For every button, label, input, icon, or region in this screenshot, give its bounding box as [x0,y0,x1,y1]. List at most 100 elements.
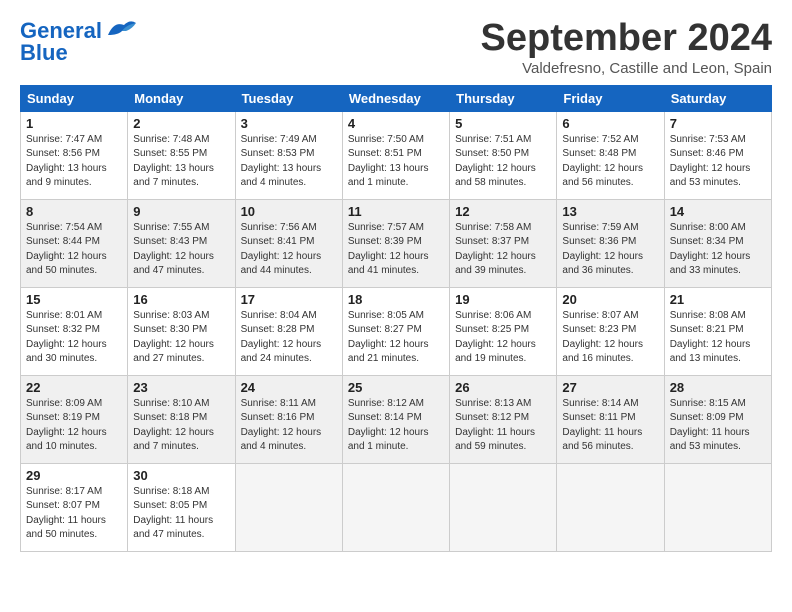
day-info: Sunrise: 8:03 AM Sunset: 8:30 PM Dayligh… [133,309,229,367]
calendar-row: 1 Sunrise: 7:47 AM Sunset: 8:56 PM Daylig… [21,111,772,199]
table-row [235,463,342,551]
calendar-row: 8 Sunrise: 7:54 AM Sunset: 8:44 PM Daylig… [21,199,772,287]
day-number: 20 [562,292,658,307]
table-row: 16 Sunrise: 8:03 AM Sunset: 8:30 PM Dayli… [128,287,235,375]
table-row: 28Sunrise: 8:15 AM Sunset: 8:09 PM Dayli… [664,375,771,463]
table-row [557,463,664,551]
day-info: Sunrise: 8:07 AM Sunset: 8:23 PM Dayligh… [562,309,658,367]
table-row: 30Sunrise: 8:18 AM Sunset: 8:05 PM Dayli… [128,463,235,551]
table-row: 29 Sunrise: 8:17 AM Sunset: 8:07 PM Dayli… [21,463,128,551]
day-info: Sunrise: 7:57 AM Sunset: 8:39 PM Dayligh… [348,221,444,279]
table-row: 23 Sunrise: 8:10 AM Sunset: 8:18 PM Dayli… [128,375,235,463]
day-info: Sunrise: 7:59 AM Sunset: 8:36 PM Dayligh… [562,221,658,279]
day-info: Sunrise: 8:08 AM Sunset: 8:21 PM Dayligh… [670,309,766,367]
table-row: 20 Sunrise: 8:07 AM Sunset: 8:23 PM Dayli… [557,287,664,375]
day-number: 3 [241,116,337,131]
table-row: 21 Sunrise: 8:08 AM Sunset: 8:21 PM Dayli… [664,287,771,375]
logo: General Blue [20,18,136,66]
logo-bird-icon [104,17,136,39]
day-info: Sunrise: 8:09 AM Sunset: 8:19 PM Dayligh… [26,397,122,455]
table-row [450,463,557,551]
table-row: 4Sunrise: 7:50 AM Sunset: 8:51 PM Daylig… [342,111,449,199]
day-number: 29 [26,468,122,483]
day-number: 22 [26,380,122,395]
table-row: 22 Sunrise: 8:09 AM Sunset: 8:19 PM Dayli… [21,375,128,463]
day-number: 19 [455,292,551,307]
page: General Blue September 2024 Valdefresno,… [0,0,792,612]
day-info: Sunrise: 7:52 AM Sunset: 8:48 PM Dayligh… [562,133,658,191]
table-row: 14 Sunrise: 8:00 AM Sunset: 8:34 PM Dayli… [664,199,771,287]
table-row: 3Sunrise: 7:49 AM Sunset: 8:53 PM Daylig… [235,111,342,199]
day-info: Sunrise: 8:14 AM Sunset: 8:11 PM Dayligh… [562,397,658,455]
day-number: 2 [133,116,229,131]
table-row: 6 Sunrise: 7:52 AM Sunset: 8:48 PM Daylig… [557,111,664,199]
table-row: 10 Sunrise: 7:56 AM Sunset: 8:41 PM Dayli… [235,199,342,287]
table-row: 18 Sunrise: 8:05 AM Sunset: 8:27 PM Dayli… [342,287,449,375]
day-number: 18 [348,292,444,307]
day-number: 21 [670,292,766,307]
day-info: Sunrise: 7:53 AM Sunset: 8:46 PM Dayligh… [670,133,766,191]
table-row: 7 Sunrise: 7:53 AM Sunset: 8:46 PM Daylig… [664,111,771,199]
header-thursday: Thursday [450,85,557,111]
table-row: 27 Sunrise: 8:14 AM Sunset: 8:11 PM Dayli… [557,375,664,463]
day-number: 5 [455,116,551,131]
header-monday: Monday [128,85,235,111]
calendar-row: 29 Sunrise: 8:17 AM Sunset: 8:07 PM Dayli… [21,463,772,551]
day-number: 16 [133,292,229,307]
table-row: 5 Sunrise: 7:51 AM Sunset: 8:50 PM Daylig… [450,111,557,199]
day-info: Sunrise: 8:00 AM Sunset: 8:34 PM Dayligh… [670,221,766,279]
location-subtitle: Valdefresno, Castille and Leon, Spain [481,60,773,77]
calendar-table: Sunday Monday Tuesday Wednesday Thursday… [20,85,772,552]
day-number: 6 [562,116,658,131]
table-row [342,463,449,551]
day-info: Sunrise: 8:06 AM Sunset: 8:25 PM Dayligh… [455,309,551,367]
day-number: 8 [26,204,122,219]
day-info: Sunrise: 7:47 AM Sunset: 8:56 PM Dayligh… [26,133,122,191]
day-number: 1 [26,116,122,131]
day-number: 7 [670,116,766,131]
day-info: Sunrise: 7:50 AM Sunset: 8:51 PM Dayligh… [348,133,444,191]
logo-blue: Blue [20,40,68,66]
table-row: 15 Sunrise: 8:01 AM Sunset: 8:32 PM Dayli… [21,287,128,375]
day-number: 23 [133,380,229,395]
day-number: 27 [562,380,658,395]
day-number: 9 [133,204,229,219]
header-sunday: Sunday [21,85,128,111]
header-wednesday: Wednesday [342,85,449,111]
day-info: Sunrise: 8:04 AM Sunset: 8:28 PM Dayligh… [241,309,337,367]
day-number: 10 [241,204,337,219]
day-number: 28 [670,380,766,395]
day-info: Sunrise: 7:51 AM Sunset: 8:50 PM Dayligh… [455,133,551,191]
table-row: 1 Sunrise: 7:47 AM Sunset: 8:56 PM Daylig… [21,111,128,199]
table-row: 11Sunrise: 7:57 AM Sunset: 8:39 PM Dayli… [342,199,449,287]
day-info: Sunrise: 8:01 AM Sunset: 8:32 PM Dayligh… [26,309,122,367]
day-info: Sunrise: 8:10 AM Sunset: 8:18 PM Dayligh… [133,397,229,455]
table-row: 24Sunrise: 8:11 AM Sunset: 8:16 PM Dayli… [235,375,342,463]
day-info: Sunrise: 7:54 AM Sunset: 8:44 PM Dayligh… [26,221,122,279]
table-row: 26Sunrise: 8:13 AM Sunset: 8:12 PM Dayli… [450,375,557,463]
calendar-row: 15 Sunrise: 8:01 AM Sunset: 8:32 PM Dayli… [21,287,772,375]
calendar-row: 22 Sunrise: 8:09 AM Sunset: 8:19 PM Dayli… [21,375,772,463]
day-number: 25 [348,380,444,395]
title-area: September 2024 Valdefresno, Castille and… [481,18,773,77]
day-number: 15 [26,292,122,307]
month-title: September 2024 [481,18,773,60]
table-row: 25 Sunrise: 8:12 AM Sunset: 8:14 PM Dayli… [342,375,449,463]
table-row: 12Sunrise: 7:58 AM Sunset: 8:37 PM Dayli… [450,199,557,287]
header-tuesday: Tuesday [235,85,342,111]
day-number: 14 [670,204,766,219]
day-number: 12 [455,204,551,219]
day-info: Sunrise: 8:12 AM Sunset: 8:14 PM Dayligh… [348,397,444,455]
table-row: 8 Sunrise: 7:54 AM Sunset: 8:44 PM Daylig… [21,199,128,287]
day-info: Sunrise: 8:05 AM Sunset: 8:27 PM Dayligh… [348,309,444,367]
header-saturday: Saturday [664,85,771,111]
day-info: Sunrise: 8:18 AM Sunset: 8:05 PM Dayligh… [133,485,229,543]
table-row: 2 Sunrise: 7:48 AM Sunset: 8:55 PM Daylig… [128,111,235,199]
day-info: Sunrise: 7:48 AM Sunset: 8:55 PM Dayligh… [133,133,229,191]
table-row [664,463,771,551]
table-row: 17 Sunrise: 8:04 AM Sunset: 8:28 PM Dayli… [235,287,342,375]
day-info: Sunrise: 8:17 AM Sunset: 8:07 PM Dayligh… [26,485,122,543]
day-number: 17 [241,292,337,307]
table-row: 13Sunrise: 7:59 AM Sunset: 8:36 PM Dayli… [557,199,664,287]
day-info: Sunrise: 7:56 AM Sunset: 8:41 PM Dayligh… [241,221,337,279]
